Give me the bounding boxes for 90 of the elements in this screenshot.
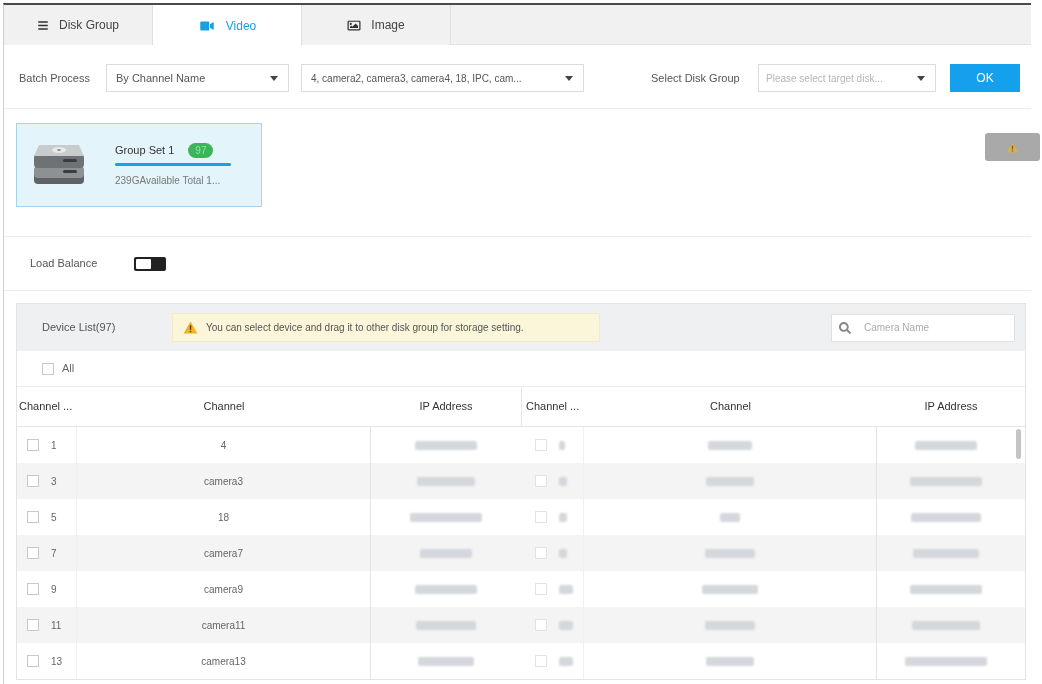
channel-name: camera3 — [204, 474, 243, 489]
warning-icon — [1006, 141, 1019, 153]
tab[interactable]: Disk Group — [4, 5, 153, 45]
blurred-text — [410, 512, 482, 522]
column-header: IP Address — [419, 399, 473, 415]
blurred-text — [913, 548, 979, 558]
channel-dropdown[interactable]: 4, camera2, camera3, camera4, 18, IPC, cam... — [301, 64, 584, 92]
select-all-label: All — [62, 361, 75, 377]
channel-number: 9 — [51, 582, 57, 597]
blurred-text — [417, 476, 475, 486]
channel-name: camera11 — [201, 618, 246, 633]
blurred-text — [559, 512, 567, 522]
blurred-text — [912, 620, 980, 630]
select-disk-group-label: Select Disk Group — [651, 70, 741, 86]
checkbox[interactable] — [27, 655, 39, 667]
column-header: Channel — [710, 399, 751, 415]
checkbox[interactable] — [535, 475, 547, 487]
channel-number: 5 — [51, 510, 57, 525]
blurred-text — [418, 656, 474, 666]
checkbox[interactable] — [27, 475, 39, 487]
checkbox[interactable] — [27, 583, 39, 595]
blurred-text — [559, 584, 573, 594]
blurred-text — [559, 548, 567, 558]
blurred-text — [910, 584, 982, 594]
channel-number: 3 — [51, 474, 57, 489]
blurred-text — [911, 512, 981, 522]
checkbox[interactable] — [27, 619, 39, 631]
channel-name: 4 — [220, 438, 227, 453]
mode-dropdown[interactable]: By Channel Name — [106, 64, 289, 92]
blurred-text — [720, 512, 740, 522]
list-icon — [37, 19, 49, 31]
checkbox[interactable] — [535, 619, 547, 631]
search-icon — [839, 321, 851, 334]
channel-number: 13 — [51, 654, 63, 669]
disk-group-card[interactable]: Group Set 1 97 239GAvailable Total 1... — [16, 123, 262, 207]
blurred-text — [415, 584, 477, 594]
blurred-text — [702, 584, 758, 594]
checkbox[interactable] — [27, 547, 39, 559]
checkbox[interactable] — [535, 655, 547, 667]
checkbox[interactable] — [535, 547, 547, 559]
blurred-text — [708, 440, 752, 450]
column-header: IP Address — [924, 399, 978, 415]
hint-text: You can select device and drag it to other disk group for storage setting. — [206, 321, 524, 335]
warning-icon — [183, 321, 198, 334]
capacity-text: 239GAvailable Total 1... — [115, 173, 222, 188]
blurred-text — [915, 440, 977, 450]
load-balance-label: Load Balance — [30, 256, 99, 272]
disk-drive-icon — [33, 144, 85, 186]
channel-name: 18 — [217, 510, 230, 525]
blurred-text — [559, 440, 565, 450]
toggle-switch[interactable] — [134, 256, 166, 271]
blurred-text — [416, 620, 476, 630]
blurred-text — [705, 548, 755, 558]
channel-number: 7 — [51, 546, 57, 561]
checkbox[interactable] — [535, 439, 547, 451]
checkbox[interactable] — [27, 511, 39, 523]
blurred-text — [910, 476, 982, 486]
device-list-title: Device List(97) — [42, 320, 117, 336]
caret-icon — [270, 75, 278, 81]
video-camera-icon — [197, 19, 216, 32]
batch-process-label: Batch Process — [19, 70, 91, 86]
blurred-text — [415, 440, 477, 450]
count-badge: 97 — [188, 143, 214, 158]
blurred-text — [559, 476, 567, 486]
column-header: Channel ... — [526, 399, 580, 415]
scrollbar-thumb[interactable] — [1016, 429, 1021, 459]
column-header: Channel ... — [19, 399, 73, 415]
caret-icon — [565, 75, 573, 81]
blurred-text — [559, 656, 573, 666]
checkbox[interactable] — [42, 362, 54, 375]
image-icon — [347, 18, 362, 32]
blurred-text — [706, 476, 754, 486]
blurred-text — [706, 656, 754, 666]
alert-button[interactable] — [985, 133, 1040, 161]
channel-name: camera7 — [204, 546, 243, 561]
blurred-text — [559, 620, 573, 630]
checkbox[interactable] — [535, 511, 547, 523]
checkbox[interactable] — [535, 583, 547, 595]
caret-icon — [917, 75, 925, 81]
channel-name: camera13 — [201, 654, 246, 669]
camera-search-field[interactable]: Camera Name — [831, 313, 1015, 342]
group-name: Group Set 1 — [115, 143, 175, 159]
column-header: Channel — [203, 399, 245, 415]
blurred-text — [705, 620, 755, 630]
blurred-text — [420, 548, 472, 558]
channel-number: 1 — [51, 438, 57, 453]
channel-name: camera9 — [204, 582, 243, 597]
checkbox[interactable] — [27, 439, 39, 451]
tab[interactable]: Image — [302, 5, 451, 45]
channel-number: 11 — [51, 618, 62, 633]
